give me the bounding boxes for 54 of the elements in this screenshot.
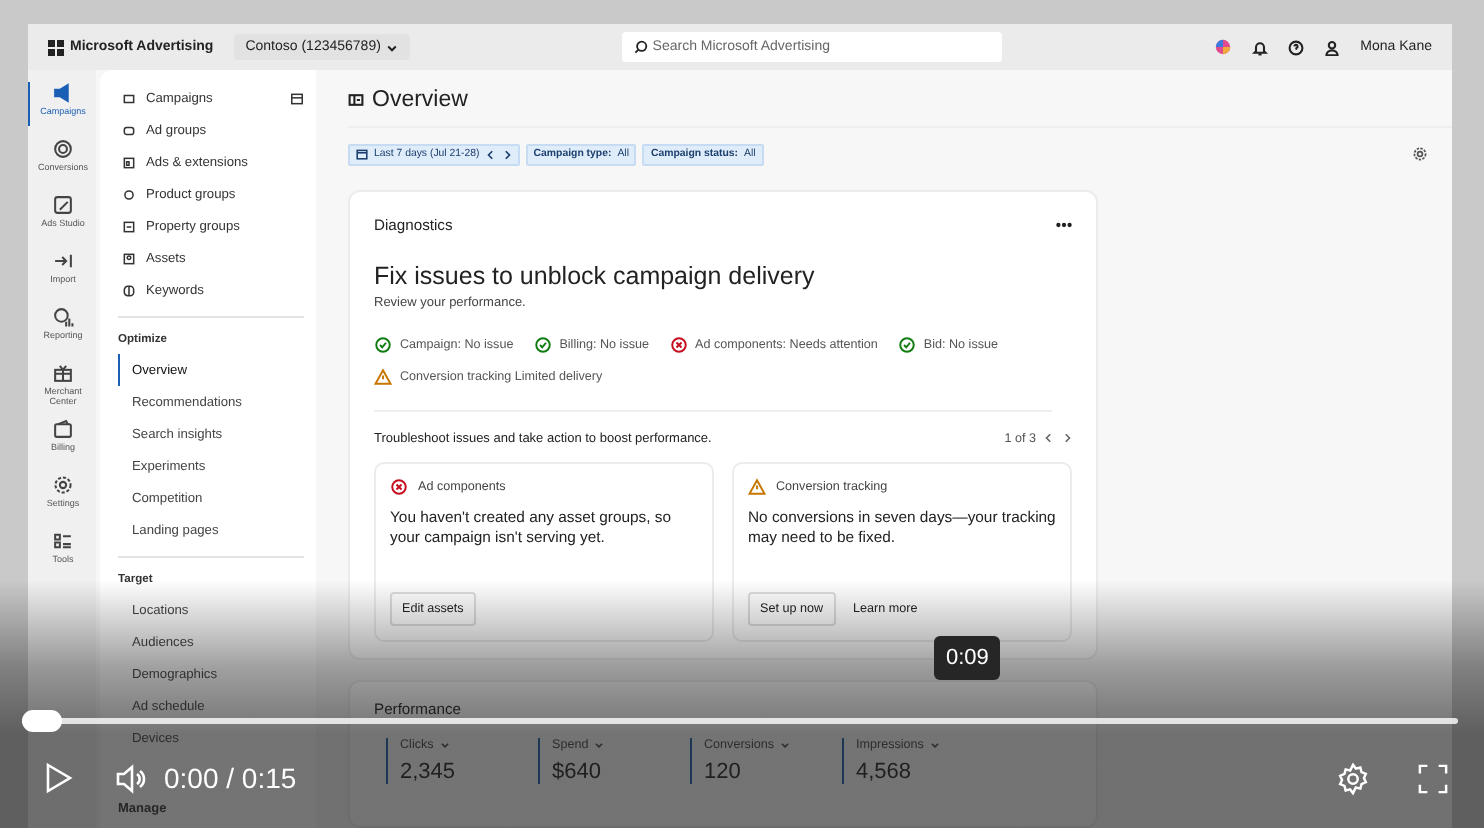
grid-logo-icon [48,39,64,55]
previous-button[interactable] [1044,431,1054,448]
next-button[interactable] [1062,431,1072,448]
metric-value: $640 [552,759,603,784]
time-tooltip: 0:09 [934,636,1001,680]
play-button[interactable] [42,762,74,794]
volume-button[interactable] [114,761,148,795]
page-title: Overview [372,87,468,112]
gear-icon [1412,146,1428,163]
chart-icon [52,306,74,328]
chevron-right-icon [501,149,512,160]
speaker-icon [114,761,148,795]
check-circle-icon [897,335,916,354]
more-icon [1056,221,1072,228]
error-circle-icon [669,335,688,354]
colorful-logo-icon [1214,38,1233,56]
search-icon [634,40,649,54]
pencil-square-icon [52,194,74,216]
gear-icon [52,474,74,497]
panel-icon [348,91,364,108]
card-headline: Fix issues to unblock campaign delivery [374,261,817,290]
metric-value: 4,568 [856,759,914,784]
arrow-to-bar-icon [52,250,74,272]
playback-time: 0:00 / 0:15 [164,762,297,794]
gear-icon [1336,761,1370,795]
metric-value: 2,345 [400,759,458,784]
metric-value: 120 [704,759,743,784]
caret-icon [386,41,399,53]
check-circle-icon [533,335,552,354]
target-icon [52,138,74,160]
caret-icon [780,739,790,750]
megaphone-icon [52,82,74,104]
calendar-icon [356,148,368,161]
warning-icon [374,367,392,386]
caret-icon [439,739,450,750]
chevron-right-icon [1062,431,1072,444]
fullscreen-button[interactable] [1418,763,1448,793]
play-icon [42,762,74,794]
list-icon [52,530,74,553]
bell-icon [1252,39,1269,55]
gift-icon [52,362,74,384]
chevron-left-icon [485,149,496,160]
panel-toggle-icon [290,91,304,105]
person-icon [1324,39,1341,55]
warning-icon [748,477,766,496]
chevron-left-icon [1044,431,1054,444]
progress-thumb[interactable] [22,710,62,732]
check-circle-icon [374,335,392,354]
error-circle-icon [390,477,408,496]
help-icon [1288,39,1305,55]
wallet-icon [52,418,74,441]
settings-button[interactable] [1336,761,1370,795]
caret-icon [929,739,940,750]
caret-icon [594,739,605,750]
